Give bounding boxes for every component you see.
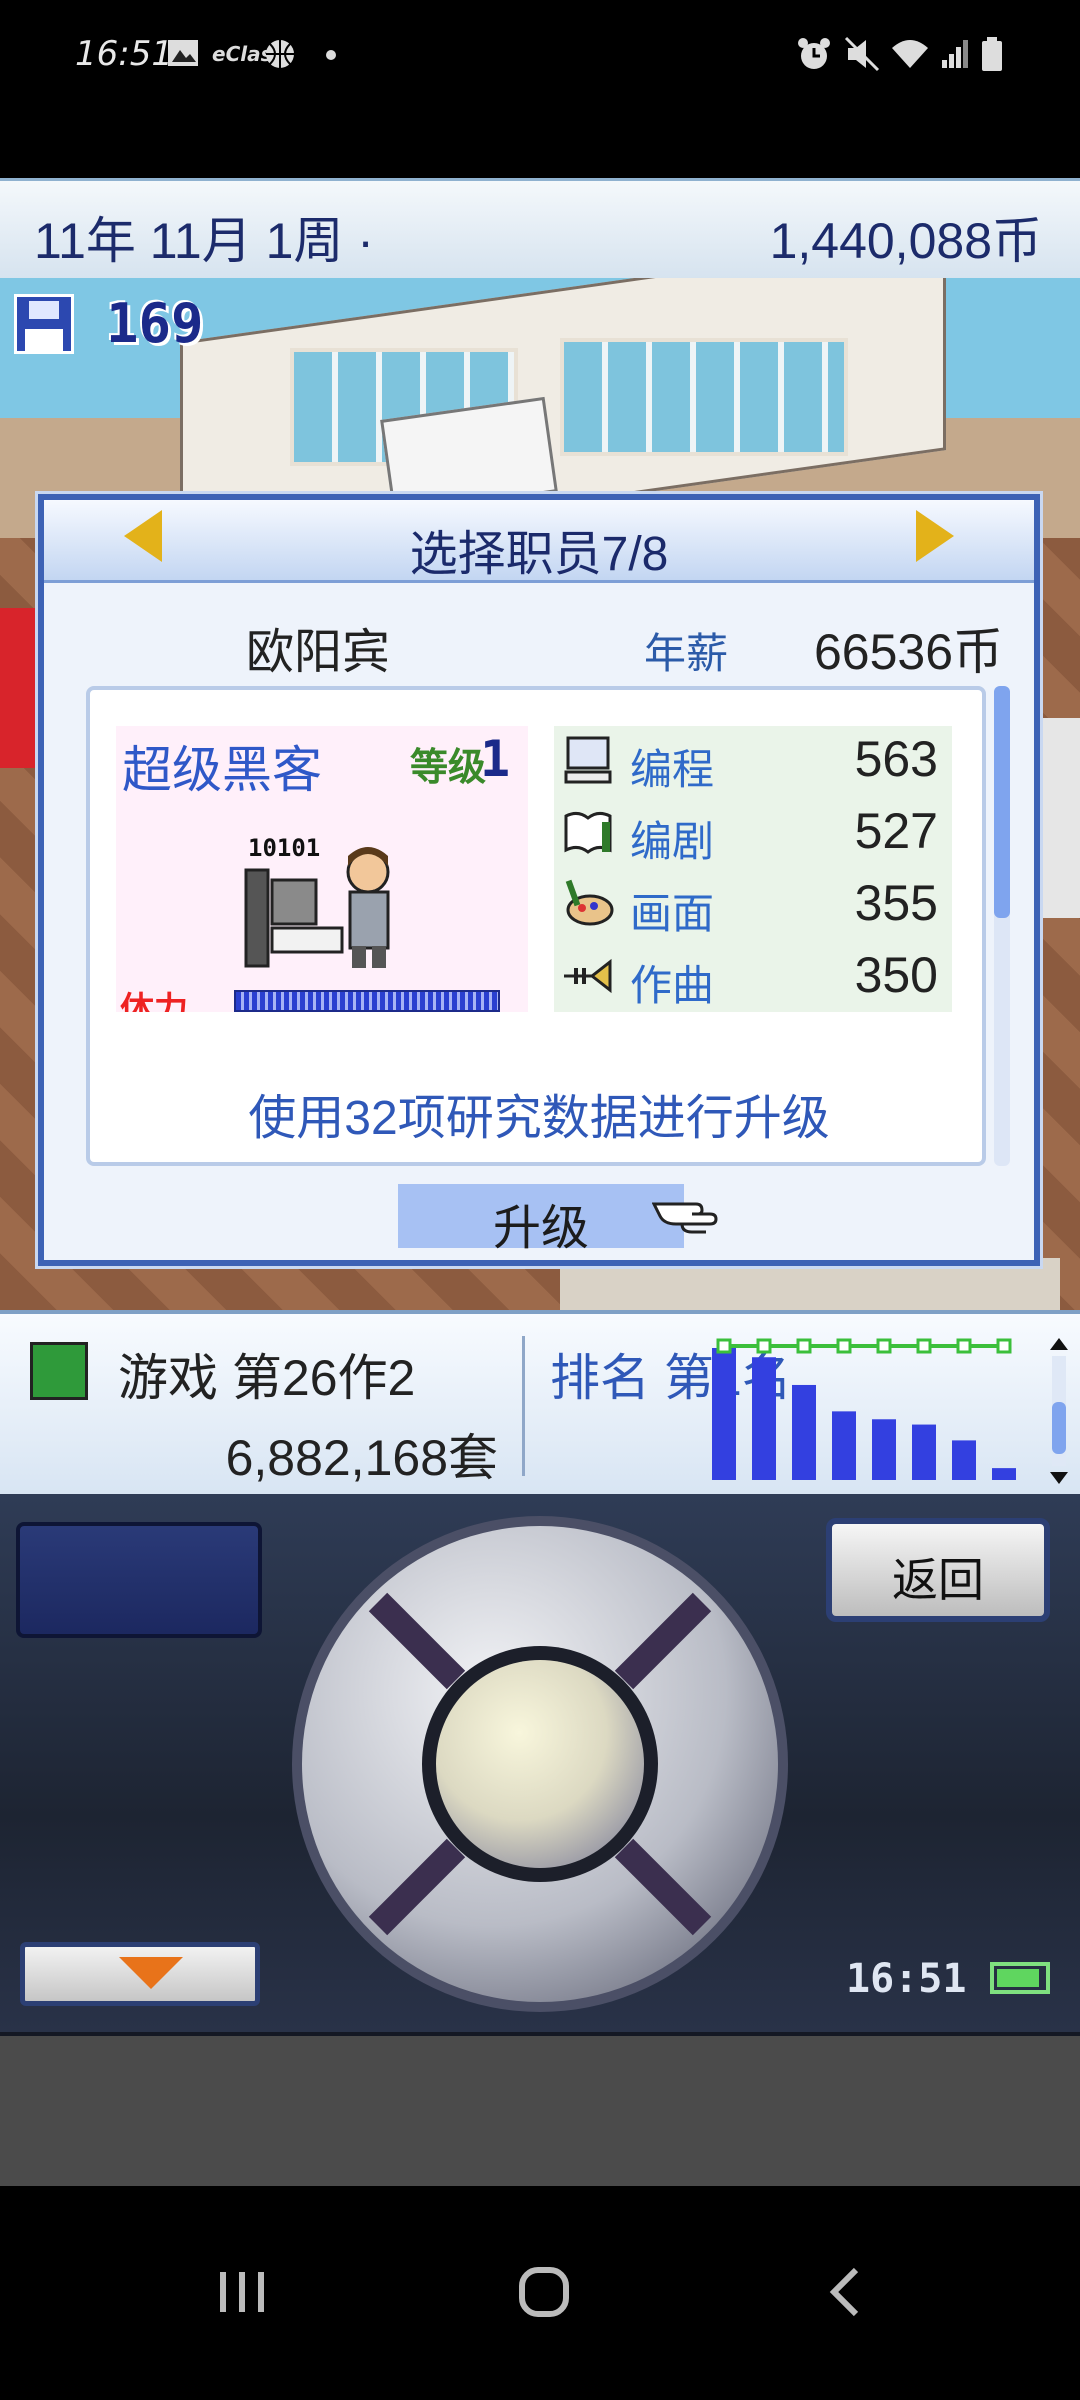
money-counter: 1,440,088币 [769,213,1042,269]
basketball-icon [266,40,294,68]
mute-icon [844,36,880,72]
rank-point [756,1338,772,1354]
game-name: 游戏 第26作2 [118,1350,416,1406]
rank-bar [952,1440,976,1480]
office-shelf [1040,718,1080,918]
game-top-bar: 11年 11月 1周 · 1,440,088币 [0,178,1080,283]
stat-value: 527 [854,803,938,859]
stat-name: 画面 [630,890,715,937]
stamina-bar [234,990,500,1012]
vending-machine [0,608,40,768]
stat-value: 355 [854,875,938,931]
stat-value: 350 [854,947,938,1003]
stat-row-scenario: 编剧 527 [554,798,952,870]
salary-value: 66536币 [814,624,1004,680]
image-icon [168,40,198,66]
down-arrow-icon [119,1957,183,1989]
rank-point [916,1338,932,1354]
android-nav-bar [0,2186,1080,2400]
stat-name: 作曲 [630,962,715,1009]
signal-icon [942,40,968,68]
stamina-label: 体力 [120,991,188,1012]
rank-point [716,1338,732,1354]
wifi-icon [892,40,928,68]
stat-name: 编程 [630,746,715,793]
rank-point [956,1338,972,1354]
game-info-bar: 游戏 第26作2 6,882,168套 排名 第1名 [0,1310,1080,1498]
rank-point [876,1338,892,1354]
upgrade-button[interactable]: 升级 [398,1184,684,1255]
rank-point [996,1338,1012,1354]
gray-strip [0,2036,1080,2186]
staff-name: 欧阳宾 [246,626,391,679]
home-icon[interactable] [494,2242,594,2342]
rank-bar [752,1357,776,1480]
skill-stats: 编程 563 编剧 527 画面 355 作曲 350 [554,726,952,1012]
rank-bar [792,1384,816,1480]
office-window [560,338,848,456]
scrollbar-thumb[interactable] [994,686,1010,918]
upgrade-message: 使用32项研究数据进行升级 [248,1092,830,1145]
trumpet-icon [564,958,612,994]
controller-panel: 返回 16:51 [0,1494,1080,2036]
game-date: 11年 11月 1周 · [34,213,374,269]
upgrade-button-label: 升级 [492,1202,589,1255]
save-count: 169 [106,292,204,355]
game-sales: 6,882,168套 [225,1430,498,1486]
dot-icon [326,50,336,60]
stat-row-programming: 编程 563 [554,726,952,798]
stat-row-sound: 作曲 350 [554,942,952,1014]
rank-bar [872,1419,896,1480]
salary-label: 年薪 [644,630,729,677]
prev-staff-arrow-icon[interactable] [124,510,162,562]
dpad[interactable] [288,1512,792,2016]
hacker-sprite-icon [244,847,390,968]
device-battery-icon [990,1962,1050,1994]
book-icon [564,811,612,854]
job-card: 超级黑客 等级 1 10101 体力 [116,726,528,1012]
alarm-icon [798,38,830,69]
status-bar: 16:51 eClass [0,0,1080,180]
info-scrollbar[interactable] [1048,1336,1070,1486]
next-staff-arrow-icon[interactable] [916,510,954,562]
rank-bar [832,1411,856,1480]
back-nav-icon[interactable] [796,2242,896,2342]
floppy-disk-icon [14,294,74,354]
recent-apps-icon[interactable] [192,2242,292,2342]
device-clock: 16:51 [846,1956,967,2002]
status-time: 16:51 [75,34,173,74]
rank-bar [712,1348,736,1480]
battery-icon [982,37,1002,71]
pointing-hand-icon [652,1202,718,1234]
select-staff-dialog: 选择职员7/8 欧阳宾 年薪 66536币 超级黑客 等级 1 10101 体力… [38,494,1040,1266]
back-button-label: 返回 [892,1554,984,1606]
rank-bar [912,1424,936,1480]
menu-button[interactable] [16,1522,262,1638]
game-cartridge-icon [30,1342,88,1400]
info-divider [522,1336,525,1476]
scroll-down-button[interactable] [20,1942,260,2006]
stat-value: 563 [854,731,938,787]
rank-point [836,1338,852,1354]
stat-name: 编剧 [630,818,715,865]
rank-bar [992,1468,1016,1480]
computer-icon [564,736,612,784]
rank-chart [712,1338,1016,1480]
level-label: 等级 [410,747,487,789]
job-title: 超级黑客 [122,742,322,798]
palette-icon [565,879,614,926]
level-value: 1 [480,730,511,788]
back-button[interactable]: 返回 [826,1518,1050,1622]
rank-point [796,1338,812,1354]
dialog-title: 选择职员7/8 [409,528,669,581]
save-counter: 169 [14,290,244,360]
stat-row-graphics: 画面 355 [554,870,952,942]
